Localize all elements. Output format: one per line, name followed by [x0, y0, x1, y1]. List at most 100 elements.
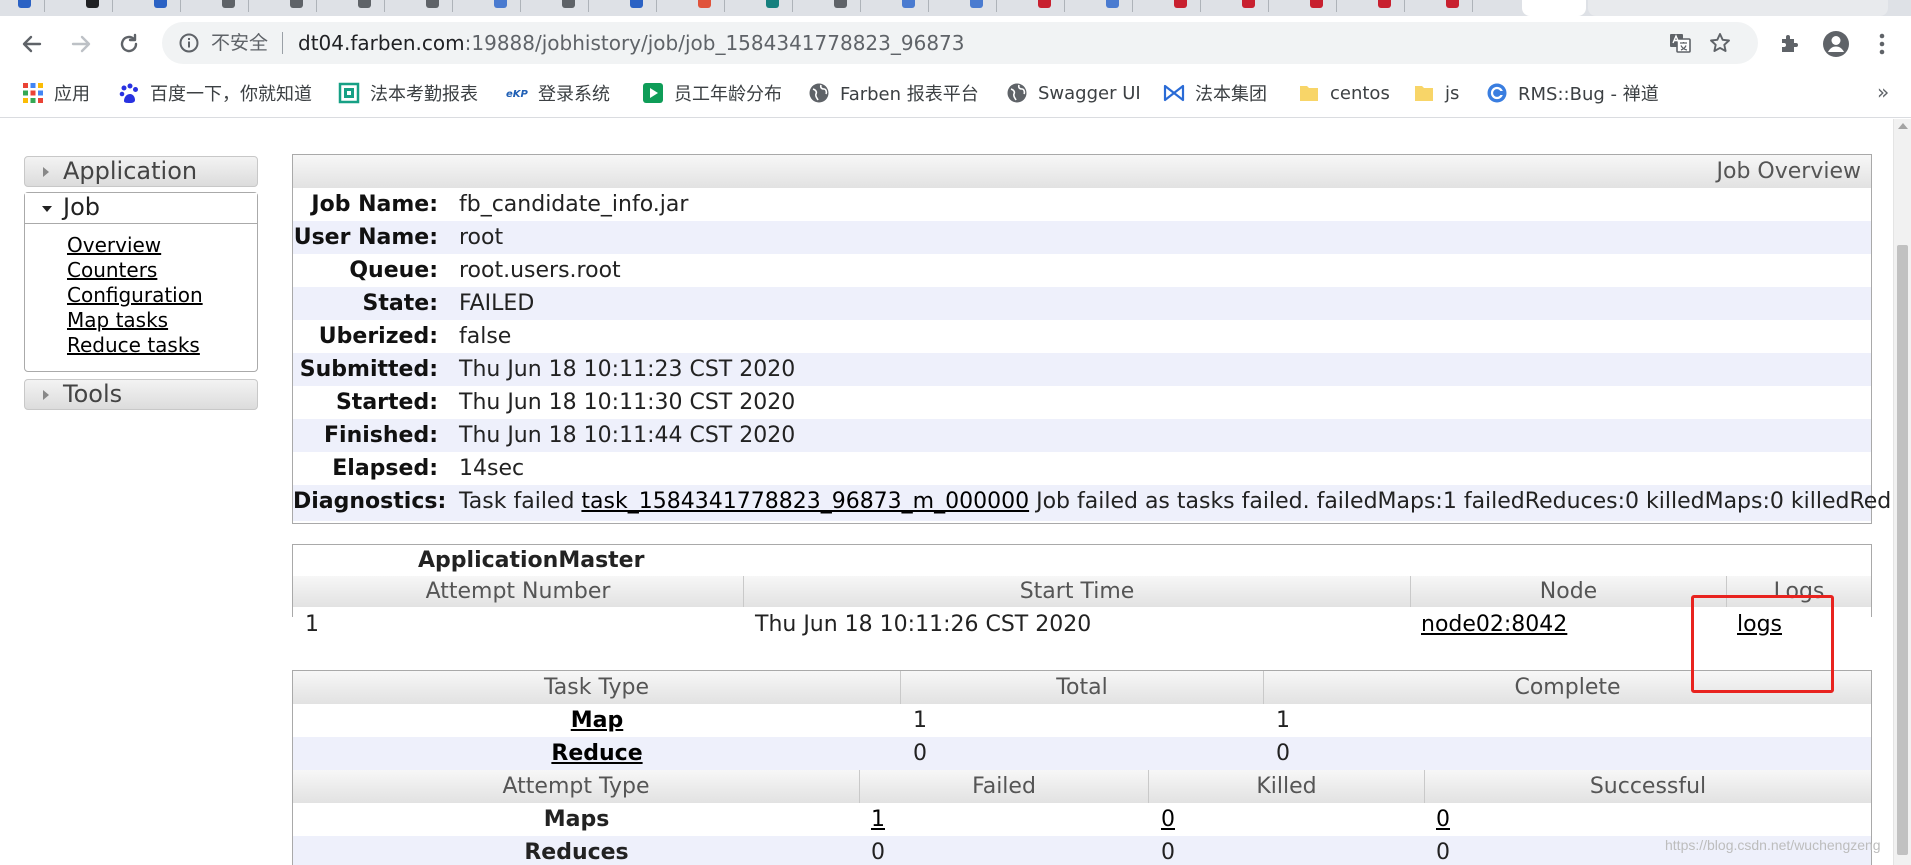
bookmark-star-icon[interactable]	[1708, 31, 1732, 55]
reduce-tasks-link[interactable]: Reduce	[293, 737, 901, 770]
reload-button[interactable]	[114, 29, 144, 59]
bookmark-farben-group[interactable]: 法本集团	[1163, 80, 1267, 106]
translate-icon[interactable]	[1668, 31, 1692, 55]
column-header-total[interactable]: Total	[901, 671, 1264, 704]
browser-tab[interactable]	[1106, 0, 1133, 12]
elapsed-value: 14sec	[459, 456, 525, 481]
url-text[interactable]: dt04.farben.com:19888/jobhistory/job/job…	[298, 32, 965, 54]
browser-tab[interactable]	[1446, 0, 1473, 12]
field-label: Submitted:	[299, 357, 438, 382]
bookmark-baidu[interactable]: 百度一下，你就知道	[118, 80, 312, 106]
browser-tab[interactable]	[358, 0, 385, 12]
browser-tab[interactable]	[222, 0, 249, 12]
browser-tab[interactable]	[562, 0, 589, 12]
sidebar-section-tools[interactable]: Tools	[24, 379, 258, 410]
maps-killed-link[interactable]: 0	[1161, 803, 1175, 836]
sidebar-link-configuration[interactable]: Configuration	[67, 283, 203, 307]
bookmark-farben-report[interactable]: Farben 报表平台	[808, 80, 979, 106]
submitted-value: Thu Jun 18 10:11:23 CST 2020	[459, 357, 796, 382]
browser-tab[interactable]	[1038, 0, 1065, 12]
browser-tab[interactable]	[86, 0, 113, 12]
maps-successful-link[interactable]: 0	[1436, 803, 1450, 836]
map-tasks-link[interactable]: Map	[293, 704, 901, 737]
browser-tab[interactable]	[902, 0, 929, 12]
browser-tab[interactable]	[426, 0, 453, 12]
back-button[interactable]	[17, 29, 47, 59]
bookmark-apps[interactable]: 应用	[22, 80, 90, 106]
column-header-killed[interactable]: Killed	[1149, 770, 1425, 803]
bookmark-folder-centos[interactable]: centos	[1298, 80, 1390, 106]
page-scrollbar[interactable]	[1893, 119, 1911, 865]
reduces-failed-value: 0	[871, 840, 885, 865]
bookmark-label: RMS::Bug - 禅道	[1518, 84, 1659, 105]
more-bookmarks-chevron-icon[interactable]: »	[1877, 80, 1889, 104]
extensions-button[interactable]	[1775, 29, 1805, 59]
account-avatar-icon	[1823, 31, 1849, 57]
node-link[interactable]: node02:8042	[1421, 607, 1567, 642]
column-header-failed[interactable]: Failed	[860, 770, 1149, 803]
diagnostics-prefix: Task failed	[459, 489, 582, 514]
sidebar-link-reduce-tasks[interactable]: Reduce tasks	[67, 333, 200, 357]
browser-tab[interactable]	[766, 0, 793, 12]
sidebar-link-map-tasks[interactable]: Map tasks	[67, 308, 168, 332]
scrollbar-thumb[interactable]	[1897, 245, 1908, 855]
bowtie-logo-icon	[1163, 84, 1185, 102]
bookmark-label: centos	[1330, 82, 1390, 104]
forward-button[interactable]	[66, 29, 96, 59]
maps-failed-link[interactable]: 1	[871, 803, 885, 836]
browser-tab[interactable]	[1242, 0, 1269, 12]
scroll-up-arrow-icon[interactable]	[1898, 123, 1908, 129]
browser-tab[interactable]	[18, 0, 45, 12]
sidebar-section-job-header[interactable]: Job	[25, 193, 257, 224]
field-label: State:	[362, 291, 438, 316]
column-header-attempt-type[interactable]: Attempt Type	[293, 770, 860, 803]
table-row: Uberized: false	[293, 320, 1871, 353]
failed-task-link[interactable]: task_1584341778823_96873_m_000000	[581, 489, 1029, 514]
field-label: Finished:	[324, 423, 438, 448]
sidebar-section-job: Job Overview Counters Configuration Map …	[24, 192, 258, 372]
bookmark-swagger-ui[interactable]: Swagger UI	[1006, 80, 1141, 106]
browser-tab[interactable]	[1174, 0, 1201, 12]
attempt-start-time-value: Thu Jun 18 10:11:26 CST 2020	[755, 612, 1092, 637]
url-host: dt04.farben.com	[298, 31, 465, 55]
baidu-paw-icon	[119, 83, 138, 103]
vertical-dots-menu-icon	[1879, 33, 1885, 55]
bookmark-employee-age[interactable]: 员工年龄分布	[642, 80, 782, 106]
browser-tab[interactable]	[494, 0, 521, 12]
browser-tab[interactable]	[970, 0, 997, 12]
reduces-killed-value: 0	[1161, 840, 1175, 865]
column-header-successful[interactable]: Successful	[1425, 770, 1871, 803]
active-browser-tab[interactable]	[1522, 0, 1586, 16]
column-header-task-type[interactable]: Task Type	[293, 671, 901, 704]
task-summary-table: Task Type Total Complete Map 1 1 Reduce …	[292, 670, 1872, 865]
browser-menu-button[interactable]	[1872, 29, 1892, 59]
sidebar-link-counters[interactable]: Counters	[67, 258, 157, 282]
bookmark-login-system[interactable]: eKP 登录系统	[506, 80, 610, 106]
reduce-complete-value: 0	[1276, 741, 1290, 766]
info-icon[interactable]	[178, 32, 200, 54]
browser-tab[interactable]	[834, 0, 861, 12]
browser-tab[interactable]	[1588, 0, 1888, 16]
address-bar[interactable]: 不安全 dt04.farben.com:19888/jobhistory/job…	[162, 22, 1758, 64]
table-row: Job Name: fb_candidate_info.jar	[293, 188, 1871, 221]
security-status-text[interactable]: 不安全	[211, 32, 268, 54]
browser-tab[interactable]	[630, 0, 657, 12]
column-header-start-time[interactable]: Start Time	[744, 576, 1411, 607]
profile-button[interactable]	[1821, 29, 1851, 59]
bookmark-attendance-report[interactable]: 法本考勤报表	[338, 80, 478, 106]
column-header-attempt-number[interactable]: Attempt Number	[293, 576, 744, 607]
browser-tab[interactable]	[698, 0, 725, 12]
browser-tab[interactable]	[1378, 0, 1405, 12]
maps-attempt-label: Maps	[543, 807, 610, 832]
bookmark-folder-js[interactable]: js	[1413, 80, 1459, 106]
highlight-annotation-box	[1691, 595, 1834, 693]
column-header-node[interactable]: Node	[1411, 576, 1727, 607]
browser-tab[interactable]	[1310, 0, 1337, 12]
browser-tab[interactable]	[154, 0, 181, 12]
browser-tab[interactable]	[290, 0, 317, 12]
sidebar-link-overview[interactable]: Overview	[67, 233, 161, 257]
back-arrow-icon	[22, 35, 42, 53]
bookmark-label: 百度一下，你就知道	[150, 84, 312, 105]
sidebar-section-application[interactable]: Application	[24, 156, 258, 187]
bookmark-rms-bug[interactable]: RMS::Bug - 禅道	[1486, 80, 1659, 106]
